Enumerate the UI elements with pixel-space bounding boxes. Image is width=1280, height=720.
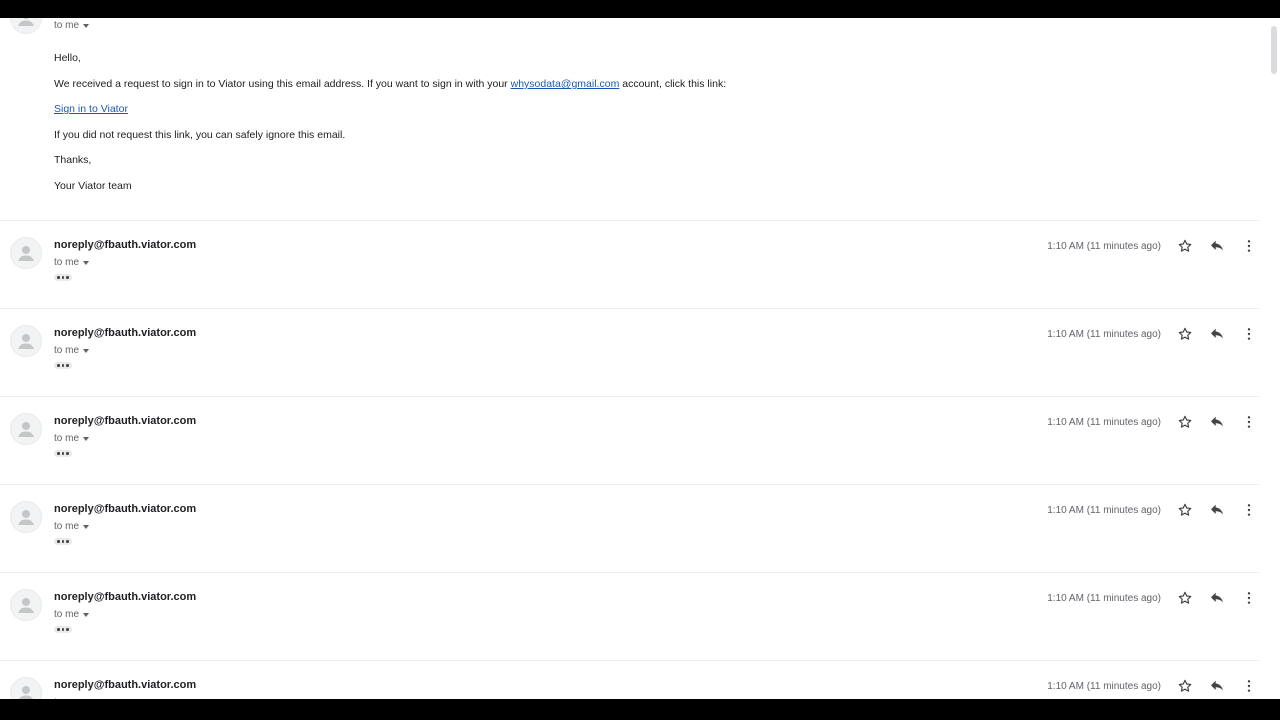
message-timestamp: 1:10 AM (11 minutes ago): [1047, 329, 1161, 340]
default-avatar-icon[interactable]: [10, 677, 42, 699]
message-timestamp: 1:10 AM (11 minutes ago): [1047, 505, 1161, 516]
star-outline-icon[interactable]: [1175, 676, 1195, 696]
message-timestamp: 1:10 AM (11 minutes ago): [1047, 417, 1161, 428]
default-avatar-icon[interactable]: [10, 589, 42, 621]
more-vert-icon[interactable]: [1239, 676, 1259, 696]
sender-name: noreply@fbauth.viator.com: [54, 591, 197, 603]
reply-icon[interactable]: [1207, 236, 1227, 256]
message-timestamp: 1:10 AM (11 minutes ago): [1047, 593, 1161, 604]
more-vert-icon[interactable]: [1239, 236, 1259, 256]
star-outline-icon[interactable]: [1175, 588, 1195, 608]
recipient-summary: to me: [54, 433, 90, 444]
reply-icon[interactable]: [1207, 676, 1227, 696]
sender-name: noreply@fbauth.viator.com: [54, 679, 197, 691]
to-me-label: to me: [54, 521, 80, 532]
caret-down-icon[interactable]: [83, 437, 90, 441]
caret-down-icon[interactable]: [83, 24, 90, 28]
star-outline-icon[interactable]: [1175, 236, 1195, 256]
reply-icon[interactable]: [1207, 500, 1227, 520]
ignore-text: If you did not request this link, you ca…: [54, 129, 346, 141]
message-row[interactable]: noreply@fbauth.viator.com to me 1:10 AM (1…: [0, 485, 1259, 573]
expanded-message: to me Hello, We received a request to si…: [0, 18, 1259, 221]
default-avatar-icon[interactable]: [10, 501, 42, 533]
recipient-summary: to me: [54, 697, 89, 699]
email-address-link[interactable]: whysodata@gmail.com: [511, 78, 620, 90]
more-vert-icon[interactable]: [1239, 412, 1259, 432]
ellipsis-icon[interactable]: [54, 626, 72, 633]
star-outline-icon[interactable]: [1175, 324, 1195, 344]
scrollbar-thumb[interactable]: [1271, 26, 1277, 74]
email-thread-viewport: to me Hello, We received a request to si…: [0, 18, 1280, 699]
message-row[interactable]: noreply@fbauth.viator.com to me 1:10 AM (1…: [0, 573, 1259, 661]
signature-text: Your Viator team: [54, 180, 132, 192]
to-me-label: to me: [54, 433, 80, 444]
reply-icon[interactable]: [1207, 324, 1227, 344]
message-row[interactable]: noreply@fbauth.viator.com to me 1:10 AM (1…: [0, 309, 1259, 397]
to-me-label: to me: [54, 20, 80, 31]
sender-name: noreply@fbauth.viator.com: [54, 415, 197, 427]
recipient-summary: to me: [54, 609, 90, 620]
caret-down-icon[interactable]: [83, 613, 90, 617]
more-vert-icon[interactable]: [1239, 324, 1259, 344]
more-vert-icon[interactable]: [1239, 588, 1259, 608]
message-timestamp: 1:10 AM (11 minutes ago): [1047, 681, 1161, 692]
default-avatar-icon[interactable]: [10, 237, 42, 269]
email-thread: to me Hello, We received a request to si…: [0, 18, 1259, 699]
star-outline-icon[interactable]: [1175, 500, 1195, 520]
to-me-label: to me: [54, 609, 80, 620]
recipient-summary: to me: [54, 257, 90, 268]
greeting-text: Hello,: [54, 52, 81, 64]
caret-down-icon[interactable]: [83, 261, 90, 265]
caret-down-icon[interactable]: [83, 349, 90, 353]
request-text: We received a request to sign in to Viat…: [54, 78, 508, 90]
request-text-line: We received a request to sign in to Viat…: [54, 78, 726, 90]
default-avatar-icon[interactable]: [10, 18, 42, 34]
message-row[interactable]: noreply@fbauth.viator.com to me 1:10 AM (1…: [0, 661, 1259, 699]
sign-in-link[interactable]: Sign in to Viator: [54, 103, 128, 115]
sender-name: noreply@fbauth.viator.com: [54, 239, 197, 251]
default-avatar-icon[interactable]: [10, 413, 42, 445]
request-text-end: account, click this link:: [622, 78, 727, 90]
to-me-label: to me: [54, 697, 79, 699]
recipient-summary: to me: [54, 521, 90, 532]
message-row[interactable]: noreply@fbauth.viator.com to me 1:10 AM (1…: [0, 221, 1259, 309]
reply-icon[interactable]: [1207, 588, 1227, 608]
recipient-summary: to me: [54, 20, 90, 31]
more-vert-icon[interactable]: [1239, 500, 1259, 520]
collapsed-message-list: noreply@fbauth.viator.com to me 1:10 AM (1…: [0, 221, 1259, 699]
ellipsis-icon[interactable]: [54, 362, 72, 369]
ellipsis-icon[interactable]: [54, 538, 72, 545]
reply-icon[interactable]: [1207, 412, 1227, 432]
to-me-label: to me: [54, 257, 80, 268]
star-outline-icon[interactable]: [1175, 412, 1195, 432]
message-row[interactable]: noreply@fbauth.viator.com to me 1:10 AM (1…: [0, 397, 1259, 485]
message-timestamp: 1:10 AM (11 minutes ago): [1047, 241, 1161, 252]
default-avatar-icon[interactable]: [10, 325, 42, 357]
ellipsis-icon[interactable]: [54, 450, 72, 457]
thanks-text: Thanks,: [54, 154, 92, 166]
sender-name: noreply@fbauth.viator.com: [54, 503, 197, 515]
ellipsis-icon[interactable]: [54, 274, 72, 281]
to-me-label: to me: [54, 345, 80, 356]
sender-name: noreply@fbauth.viator.com: [54, 327, 197, 339]
caret-down-icon[interactable]: [83, 525, 90, 529]
scrollbar[interactable]: [1266, 18, 1280, 699]
recipient-summary: to me: [54, 345, 90, 356]
